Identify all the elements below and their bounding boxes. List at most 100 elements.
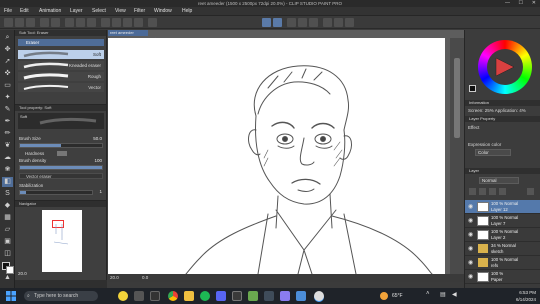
spotify-icon[interactable]: [200, 291, 210, 301]
eye-icon[interactable]: ◉: [468, 217, 473, 224]
grid-visibility-icon[interactable]: [309, 18, 318, 27]
eye-icon[interactable]: ◉: [468, 231, 473, 238]
color-triangle[interactable]: [494, 56, 516, 78]
save-icon[interactable]: [26, 18, 35, 27]
snap-special-ruler-icon[interactable]: [273, 18, 282, 27]
brush-item-kneaded[interactable]: Kneaded eraser: [18, 61, 104, 70]
task-view-icon[interactable]: [134, 291, 144, 301]
brush-tool-icon[interactable]: ❦: [2, 141, 13, 151]
clear-icon[interactable]: [65, 18, 74, 27]
discord-icon[interactable]: [216, 291, 226, 301]
blend-tool-icon[interactable]: S: [2, 189, 13, 199]
layer-property-tab[interactable]: Layer Property: [469, 116, 495, 122]
layer-row[interactable]: ◉ 100 % Normal Layer 12: [465, 200, 540, 214]
navigator-zoom-readout[interactable]: 20.0: [16, 270, 106, 278]
network-icon[interactable]: ▤: [440, 291, 446, 298]
pencil-tool-icon[interactable]: ✏: [2, 129, 13, 139]
balloon-tool-icon[interactable]: ▲: [2, 273, 13, 283]
wheel-primary-swatch[interactable]: [469, 85, 476, 92]
delete-layer-icon[interactable]: [527, 188, 534, 195]
lock-layer-icon[interactable]: [499, 188, 506, 195]
eye-icon[interactable]: ◉: [468, 203, 473, 210]
show-border-icon[interactable]: [148, 18, 157, 27]
snap-ruler-icon[interactable]: [262, 18, 271, 27]
ruler-tool-icon[interactable]: ◫: [2, 249, 13, 259]
vector-eraser-row[interactable]: Vector eraser: [19, 173, 103, 179]
brush-size-slider[interactable]: [19, 143, 103, 148]
expression-color-select[interactable]: Color: [475, 149, 511, 156]
lemon-widget-icon[interactable]: [118, 291, 128, 301]
layer-folder-row[interactable]: ◉ 100 % Normal refs: [465, 256, 540, 270]
navigator-thumbnail[interactable]: [42, 210, 82, 272]
figure-tool-icon[interactable]: ▱: [2, 225, 13, 235]
brush-size-value[interactable]: 50.0: [93, 136, 102, 141]
invert-selection-icon[interactable]: [112, 18, 121, 27]
operation-tool-icon[interactable]: ➚: [2, 57, 13, 67]
pen-tool-icon[interactable]: ✒: [2, 117, 13, 127]
weather-icon[interactable]: [380, 292, 388, 300]
frame-tool-icon[interactable]: ▣: [2, 237, 13, 247]
transform-icon[interactable]: [76, 18, 85, 27]
canvas-angle-value[interactable]: 0.0: [142, 275, 148, 280]
fill-tool-icon[interactable]: ◆: [2, 201, 13, 211]
eye-icon[interactable]: ◉: [468, 259, 473, 266]
sub-tool-group-tab[interactable]: Eraser: [18, 39, 104, 46]
maximize-button[interactable]: ☐: [519, 0, 523, 7]
layer-tab[interactable]: Layer: [469, 168, 479, 174]
fill-icon[interactable]: [87, 18, 96, 27]
windows-start-icon[interactable]: [6, 291, 16, 301]
menu-view[interactable]: View: [115, 8, 126, 15]
airbrush-tool-icon[interactable]: ☁: [2, 153, 13, 163]
zoom-in-icon[interactable]: [323, 18, 332, 27]
selection-tool-icon[interactable]: ▭: [2, 81, 13, 91]
redo-icon[interactable]: [51, 18, 60, 27]
volume-icon[interactable]: ◀: [452, 291, 457, 298]
tray-chevron-icon[interactable]: ˄: [426, 291, 430, 297]
minecraft-icon[interactable]: [248, 291, 258, 301]
layer-row[interactable]: ◉ 100 % Normal Layer 2: [465, 228, 540, 242]
new-file-icon[interactable]: [4, 18, 13, 27]
zoom-tool-icon[interactable]: ⌕: [2, 33, 13, 43]
minimize-button[interactable]: —: [505, 0, 510, 7]
new-layer-icon[interactable]: [469, 188, 476, 195]
file-explorer-icon[interactable]: [150, 291, 160, 301]
layer-row[interactable]: ◉ 100 % Paper: [465, 270, 540, 284]
brush-item-rough[interactable]: Rough: [18, 72, 104, 81]
clip-icon[interactable]: [134, 18, 143, 27]
app-icon-2[interactable]: [264, 291, 274, 301]
layer-row[interactable]: ◉ 100 % Normal Layer 7: [465, 214, 540, 228]
layer-folder-row[interactable]: ◉ 34 % Normal sketch: [465, 242, 540, 256]
menu-window[interactable]: Window: [154, 8, 172, 15]
close-button[interactable]: ✕: [532, 0, 536, 7]
hardness-control[interactable]: [57, 151, 67, 156]
app-icon[interactable]: [232, 291, 242, 301]
stabilization-value[interactable]: 1: [99, 189, 102, 194]
canvas-vertical-scrollbar[interactable]: [450, 38, 464, 274]
menu-filter[interactable]: Filter: [134, 8, 145, 15]
menu-help[interactable]: Help: [182, 8, 192, 15]
undo-icon[interactable]: [40, 18, 49, 27]
menu-select[interactable]: Select: [92, 8, 106, 15]
eye-icon[interactable]: ◉: [468, 273, 473, 280]
menu-file[interactable]: File: [4, 8, 12, 15]
decoration-tool-icon[interactable]: ❀: [2, 165, 13, 175]
auto-select-tool-icon[interactable]: ✦: [2, 93, 13, 103]
chrome-icon[interactable]: [168, 291, 178, 301]
menu-animation[interactable]: Animation: [39, 8, 61, 15]
gradient-tool-icon[interactable]: ▦: [2, 213, 13, 223]
crop-icon[interactable]: [123, 18, 132, 27]
move-layer-tool-icon[interactable]: ✜: [2, 69, 13, 79]
deselect-icon[interactable]: [101, 18, 110, 27]
secondary-color-swatch[interactable]: [6, 266, 14, 274]
zoom-out-icon[interactable]: [334, 18, 343, 27]
color-wheel[interactable]: [478, 40, 532, 94]
ruler-visibility-icon[interactable]: [298, 18, 307, 27]
photos-icon[interactable]: [296, 291, 306, 301]
taskbar-clock[interactable]: 6:53 PM 6/14/2024: [516, 289, 536, 303]
clip-studio-icon[interactable]: [314, 291, 324, 301]
brush-density-value[interactable]: 100: [94, 158, 102, 163]
brush-density-slider[interactable]: [19, 165, 103, 170]
move-tool-icon[interactable]: ✥: [2, 45, 13, 55]
brush-item-soft[interactable]: Soft: [18, 50, 104, 59]
brush-item-vector[interactable]: Vector: [18, 83, 104, 92]
